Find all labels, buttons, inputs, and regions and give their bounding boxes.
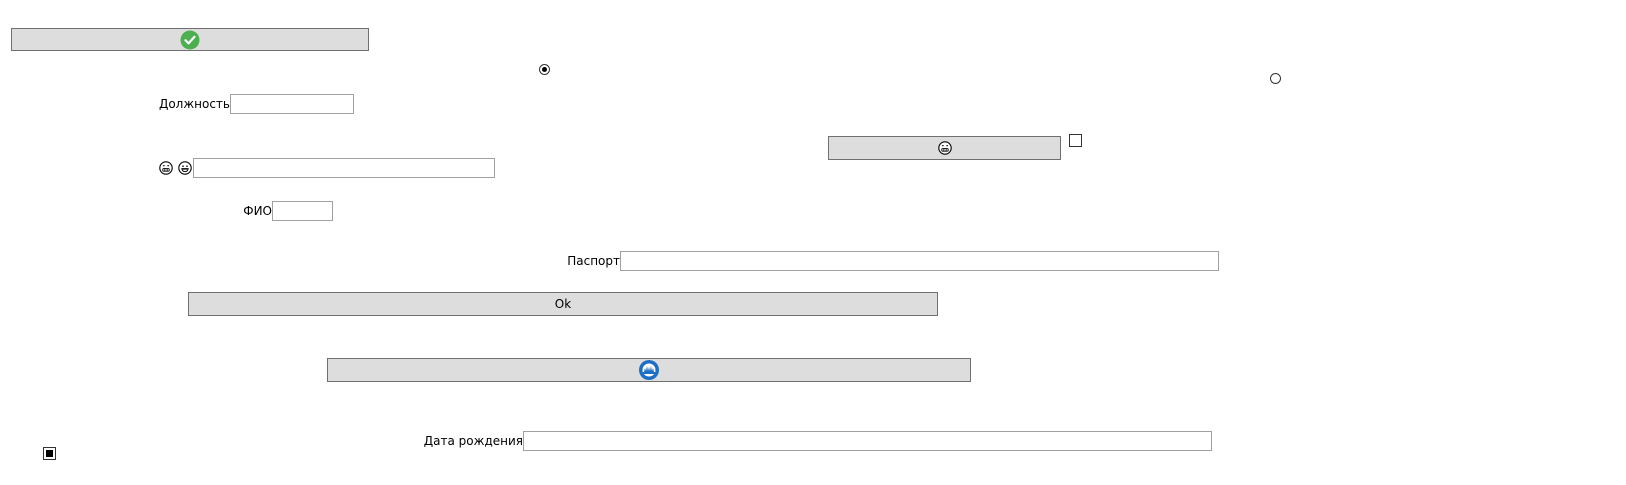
passport-label: Паспорт: [567, 254, 620, 268]
check-circle-icon: [180, 30, 200, 49]
passport-input[interactable]: [620, 251, 1219, 271]
checkbox-mark: [46, 450, 53, 457]
radio-selected-dot: [542, 67, 547, 72]
checkbox-1[interactable]: [1069, 134, 1082, 147]
checkbox-2[interactable]: [43, 447, 56, 460]
emoji-input[interactable]: [193, 158, 495, 178]
birthdate-label: Дата рождения: [423, 434, 523, 448]
ok-button[interactable]: Ok: [188, 292, 938, 316]
fio-label: ФИО: [243, 204, 272, 218]
radio-option-1[interactable]: [539, 64, 550, 75]
birthdate-input[interactable]: [523, 431, 1212, 451]
position-label: Должность: [158, 97, 230, 111]
position-input[interactable]: [230, 94, 354, 114]
blue-badge-icon: [639, 360, 659, 380]
grimace-face-icon: [159, 161, 173, 175]
grimace-face-icon: [937, 141, 952, 155]
emoji-button[interactable]: [828, 136, 1061, 160]
confirm-icon-button[interactable]: [11, 28, 369, 51]
fio-input[interactable]: [272, 201, 333, 221]
grin-face-icon: [178, 161, 192, 175]
radio-option-2[interactable]: [1270, 73, 1281, 84]
badge-icon-button[interactable]: [327, 358, 971, 382]
